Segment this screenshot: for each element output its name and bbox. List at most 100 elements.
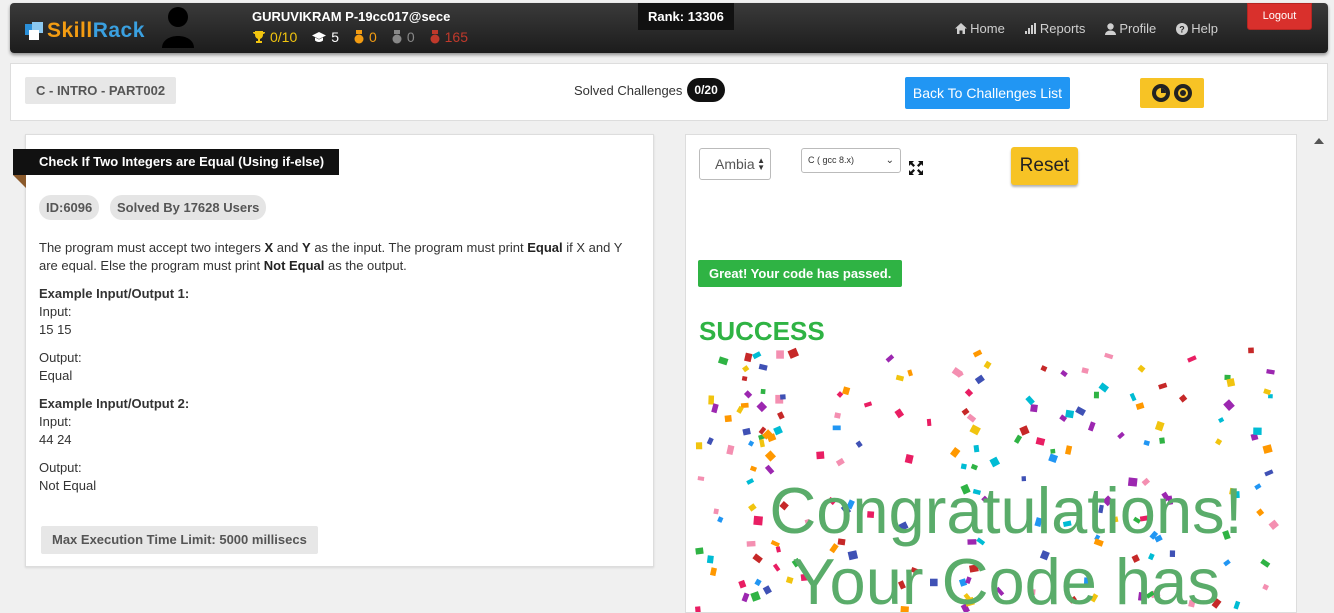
congratulations-banner: Congratulations! Your Code has [686, 475, 1296, 613]
confetti-piece [708, 395, 715, 405]
confetti-piece [1187, 355, 1197, 363]
confetti-piece [741, 376, 748, 382]
back-to-challenges-button[interactable]: Back To Challenges List [905, 77, 1070, 109]
max-execution-time: Max Execution Time Limit: 5000 millisecs [41, 526, 318, 554]
confetti-piece [1060, 369, 1068, 378]
confetti-piece [816, 451, 825, 460]
problem-statement: The program must accept two integers X a… [39, 240, 623, 273]
gold-medal-icon [354, 30, 364, 44]
confetti-piece [960, 463, 967, 470]
page-scrollbar[interactable] [1310, 134, 1327, 613]
confetti-piece [983, 360, 992, 370]
editor-panel: Ambia ▲ ▼ C ( gcc 8.x) ⌄ Reset Great! You… [685, 134, 1297, 613]
solved-by-chip: Solved By 17628 Users [110, 195, 267, 220]
user-stats: 0/10 5 0 0 165 [252, 29, 482, 45]
confetti-piece [1218, 417, 1225, 423]
confetti-piece [966, 413, 977, 423]
skillrack-logo[interactable]: SkillRack [25, 19, 145, 43]
avatar[interactable] [160, 4, 196, 48]
select-arrows-icon: ▲ ▼ [757, 156, 765, 172]
problem-description: The program must accept two integers X a… [39, 239, 639, 495]
problem-title: Check If Two Integers are Equal (Using i… [13, 149, 340, 175]
logout-button[interactable]: Logout [1247, 3, 1312, 30]
nav-reports-link[interactable]: Reports [1024, 21, 1085, 36]
confetti-piece [1013, 434, 1023, 444]
confetti-piece [964, 388, 974, 397]
confetti-piece [748, 440, 755, 447]
confetti-piece [743, 390, 753, 399]
example-1-input: 15 15 [39, 322, 72, 337]
confetti-piece [1215, 438, 1223, 446]
confetti-piece [1117, 431, 1125, 440]
confetti-piece [1154, 420, 1165, 432]
fullscreen-icon[interactable] [908, 160, 924, 176]
logo-icon [25, 22, 43, 40]
confetti-piece [1262, 444, 1273, 454]
confetti-piece [1064, 445, 1073, 455]
confetti-piece [749, 465, 758, 472]
user-icon [1105, 22, 1117, 35]
nav-help-label: Help [1191, 21, 1218, 36]
confetti-piece [1158, 382, 1168, 390]
confetti-piece [895, 374, 905, 382]
gold-medal-count: 0 [369, 29, 377, 45]
gold-medal-stat: 0 [353, 29, 377, 45]
confetti-piece [706, 437, 714, 446]
example-1-output: Equal [39, 368, 73, 383]
confetti-piece [1065, 409, 1075, 419]
nav-profile-link[interactable]: Profile [1105, 21, 1156, 36]
confetti-piece [969, 424, 981, 436]
scroll-up-arrow-icon[interactable] [1314, 138, 1324, 144]
language-select[interactable]: C ( gcc 8.x) ⌄ [801, 148, 901, 173]
confetti-piece [1081, 367, 1089, 374]
svg-text:?: ? [1180, 24, 1186, 34]
confetti-piece [894, 408, 905, 419]
example-1-input-label: Input: [39, 304, 72, 319]
logo-text: SkillRack [47, 19, 145, 42]
confetti-piece [1137, 364, 1146, 373]
confetti-piece [724, 415, 732, 423]
confetti-piece [756, 401, 768, 413]
confetti-piece [1159, 437, 1166, 444]
example-1-output-label: Output: [39, 350, 82, 365]
confetti-piece [863, 401, 873, 408]
confetti-piece [885, 354, 895, 363]
example-2-input: 44 24 [39, 432, 72, 447]
confetti-piece [1263, 388, 1272, 396]
confetti-piece [1143, 440, 1150, 446]
success-heading: SUCCESS [699, 316, 825, 346]
browser-compat-button[interactable] [1140, 78, 1204, 108]
nav-help-link[interactable]: ? Help [1176, 21, 1218, 36]
silver-medal-icon [392, 30, 402, 44]
confetti-piece [711, 403, 719, 414]
confetti-piece [904, 454, 914, 464]
example-2-title: Example Input/Output 2: [39, 396, 190, 411]
nav-home-label: Home [970, 21, 1005, 36]
course-tag: C - INTRO - PART002 [25, 77, 177, 104]
red-medal-icon [430, 30, 440, 44]
theme-select[interactable]: Ambia ▲ ▼ [699, 148, 771, 180]
trophy-stat: 0/10 [252, 29, 297, 45]
solved-challenges: Solved Challenges 0/20 [574, 78, 725, 102]
language-select-value: C ( gcc 8.x) [808, 155, 855, 165]
confetti-piece [834, 412, 841, 419]
chrome-icon [1174, 84, 1192, 102]
confetti-piece [1098, 382, 1110, 393]
red-medal-stat: 165 [429, 29, 468, 45]
confetti-piece [961, 407, 970, 416]
nav-home-link[interactable]: Home [955, 21, 1005, 36]
reset-button[interactable]: Reset [1011, 147, 1078, 185]
example-2-output: Not Equal [39, 478, 97, 493]
confetti-piece [949, 447, 961, 458]
confetti-piece [836, 391, 844, 398]
congrats-line-2: Your Code has [792, 545, 1220, 613]
confetti-piece [1104, 352, 1114, 360]
solved-label: Solved Challenges [574, 82, 683, 98]
firefox-icon [1152, 84, 1170, 102]
cap-count: 5 [331, 29, 340, 45]
confetti-piece [972, 349, 983, 358]
confetti-piece [742, 365, 750, 373]
confetti-piece [970, 463, 978, 471]
confetti-piece [1025, 395, 1035, 406]
confetti-piece [776, 350, 784, 359]
